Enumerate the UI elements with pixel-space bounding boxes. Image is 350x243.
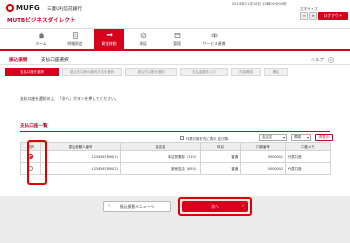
table-header-row: 選択 振込依頼人番号 支店名 科目 口座番号 口座メモ	[20, 142, 331, 151]
account-number: 5000002	[240, 162, 286, 175]
nav-item-transfer[interactable]: 資金移動	[94, 29, 124, 50]
account-memo: 代表口座	[285, 162, 331, 175]
select-column-highlight	[27, 140, 47, 185]
section-title: 支払口座一覧	[20, 124, 48, 129]
table-row[interactable]: 1234567890(2) 新宿支店（650） 普通 5000002 代表口座	[20, 162, 331, 175]
column-header: 科目	[200, 142, 241, 151]
nav-item-label: ホーム	[35, 41, 47, 46]
nav-item-label: 明細照会	[67, 41, 83, 46]
sort-order-select[interactable]: 昇順	[291, 134, 311, 141]
step-item: 振込先口座を選択	[125, 68, 177, 76]
table-row[interactable]: 1234567890(1) 本店営業部（110） 普通 5000001 代表口座	[20, 150, 331, 163]
redisplay-button[interactable]: 再表示	[315, 134, 333, 141]
instruction-text: 支払口座を選択の上、「次へ」ボタンを押してください。	[20, 96, 119, 101]
document-icon	[72, 32, 78, 39]
nav-item-home[interactable]: ホーム	[24, 29, 58, 50]
font-large-button[interactable]: 大	[309, 12, 317, 20]
branch-name: 新宿支店（650）	[120, 162, 201, 175]
header: MUFG 三菱UFJ信託銀行 MUTBビジネスダイレクト 2014年11月18日…	[0, 0, 350, 28]
step-item: 振込先口座の選択方法を選択	[62, 68, 122, 76]
account-subject: 普通	[200, 150, 241, 163]
brand-logo: MUFG	[16, 4, 40, 12]
nav-item-management[interactable]: 管理	[160, 29, 194, 50]
nav-item-label: 承認	[139, 41, 147, 46]
nav-item-label: 資金移動	[101, 41, 117, 46]
column-header: 支店名	[120, 142, 201, 151]
back-to-menu-button[interactable]: ‹ 振込振替メニューへ	[103, 201, 171, 212]
nav-item-label: 管理	[173, 41, 181, 46]
chevron-down-icon	[307, 136, 309, 139]
requester-number: 1234567890(2)	[40, 162, 121, 175]
back-button-label: 振込振替メニューへ	[119, 204, 155, 209]
current-datetime: 2014年11月18日 10時00分00秒	[232, 2, 287, 6]
home-icon	[38, 32, 44, 39]
page-category: 振込振替	[9, 58, 28, 63]
account-memo: 代表口座	[285, 150, 331, 163]
representative-first-checkbox[interactable]	[180, 136, 184, 140]
next-button-highlight	[178, 197, 252, 216]
requester-number: 1234567890(1)	[40, 150, 121, 163]
mufg-logo-icon	[6, 4, 14, 12]
help-icon[interactable]	[328, 56, 334, 63]
help-link[interactable]: ヘルプ	[311, 57, 324, 63]
sort-key-select[interactable]: 支店名	[259, 134, 287, 141]
management-icon	[174, 33, 180, 38]
font-size-label: 文字サイズ	[300, 6, 318, 11]
service-name: MUTBビジネスダイレクト	[7, 17, 76, 24]
nav-item-label: サービス連携	[202, 41, 226, 46]
section-divider	[20, 131, 330, 132]
logout-button[interactable]: ログアウト	[318, 12, 348, 20]
approval-icon	[140, 32, 146, 39]
global-nav: ホーム 明細照会 資金移動 承認 管理 サービス連携	[0, 28, 350, 51]
branch-name: 本店営業部（110）	[120, 150, 201, 163]
page-title-bar: 振込振替 支払口座選択 ヘルプ	[0, 54, 350, 65]
column-header: 口座番号	[240, 142, 286, 151]
account-number: 5000001	[240, 150, 286, 163]
list-controls: 代表口座を先に表示 並び順： 支店名 昇順 再表示	[180, 134, 333, 142]
sort-order-value: 昇順	[294, 135, 301, 139]
nav-item-service[interactable]: サービス連携	[194, 29, 234, 50]
nav-item-approval[interactable]: 承認	[126, 29, 160, 50]
step-item: 支払金額を入力	[180, 68, 228, 76]
account-subject: 普通	[200, 162, 241, 175]
footer-band	[0, 196, 350, 243]
account-table: 選択 振込依頼人番号 支店名 科目 口座番号 口座メモ 1234567890(1…	[20, 142, 331, 175]
sort-key-value: 支店名	[262, 135, 273, 139]
page-title: 支払口座選択	[41, 58, 69, 63]
step-item: 確定	[264, 68, 288, 76]
service-icon	[211, 33, 217, 38]
font-small-button[interactable]: 小	[300, 12, 308, 20]
checkbox-label: 代表口座を先に表示 並び順：	[186, 136, 232, 141]
bank-name: 三菱UFJ信託銀行	[47, 6, 82, 12]
chevron-down-icon	[283, 136, 285, 139]
transfer-icon	[106, 32, 113, 37]
column-header: 口座メモ	[285, 142, 331, 151]
column-header: 振込依頼人番号	[40, 142, 121, 151]
nav-item-statements[interactable]: 明細照会	[58, 29, 92, 50]
step-item: 内容確認	[231, 68, 261, 76]
chevron-left-icon: ‹	[108, 203, 110, 209]
progress-steps: 支払口座を選択 振込先口座の選択方法を選択 振込先口座を選択 支払金額を入力 内…	[5, 68, 345, 78]
step-item: 支払口座を選択	[5, 68, 59, 76]
